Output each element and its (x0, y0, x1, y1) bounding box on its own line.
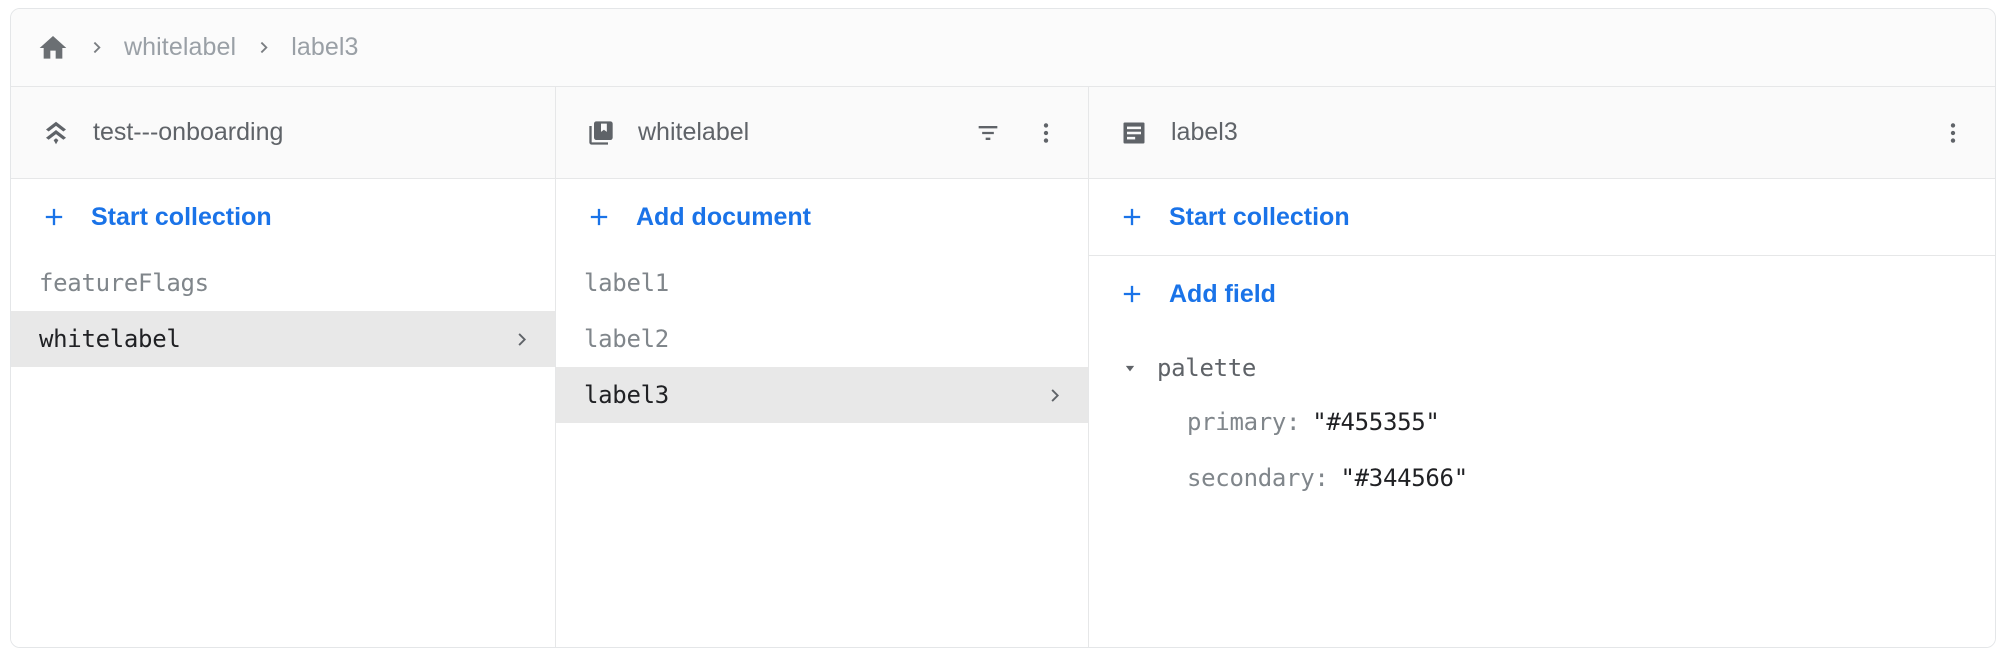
field-list: palette primary : "#455355" secondary : … (1089, 332, 1995, 506)
document-column-header: label3 (1089, 87, 1995, 179)
plus-icon (39, 202, 69, 232)
add-field-button[interactable]: Add field (1089, 256, 1995, 332)
field-row-secondary[interactable]: secondary : "#344566" (1089, 450, 1995, 506)
caret-down-icon[interactable] (1119, 357, 1141, 379)
field-row-primary[interactable]: primary : "#455355" (1089, 394, 1995, 450)
breadcrumb-item-whitelabel[interactable]: whitelabel (124, 33, 236, 62)
document-header-actions (1933, 113, 1973, 153)
add-field-label: Add field (1169, 279, 1276, 308)
document-name: label3 (1171, 118, 1238, 146)
collection-name: whitelabel (638, 118, 750, 146)
document-name: label1 (584, 269, 669, 297)
column-browser: test---onboarding Start collection featu… (11, 87, 1995, 647)
document-icon (1117, 116, 1151, 150)
field-separator: : (1286, 408, 1301, 436)
more-vert-icon[interactable] (1026, 113, 1066, 153)
plus-icon (1117, 279, 1147, 309)
chevron-right-icon (88, 39, 105, 56)
database-column-header: test---onboarding (11, 87, 555, 179)
home-icon[interactable] (37, 32, 69, 64)
collections-bookmark-icon (584, 116, 618, 150)
list-item[interactable]: label2 (556, 311, 1088, 367)
document-column: label3 Start collection Add field palett… (1089, 87, 1995, 647)
chevron-right-icon (1045, 386, 1064, 405)
list-item[interactable]: label3 (556, 367, 1088, 423)
list-item[interactable]: label1 (556, 255, 1088, 311)
plus-icon (584, 202, 614, 232)
collection-column: whitelabel Add document label1 label2 la… (556, 87, 1089, 647)
field-value: "#344566" (1340, 464, 1469, 492)
collection-column-header: whitelabel (556, 87, 1088, 179)
field-name: palette (1157, 354, 1257, 382)
filter-list-icon[interactable] (968, 113, 1008, 153)
add-document-label: Add document (636, 202, 811, 231)
chevron-right-icon (255, 39, 272, 56)
more-vert-icon[interactable] (1933, 113, 1973, 153)
add-document-button[interactable]: Add document (556, 179, 1088, 255)
field-key: secondary (1187, 464, 1315, 492)
database-name: test---onboarding (93, 118, 284, 146)
start-collection-label: Start collection (91, 202, 272, 231)
collection-name: whitelabel (39, 325, 181, 353)
field-row-palette[interactable]: palette (1089, 342, 1995, 394)
list-item[interactable]: featureFlags (11, 255, 555, 311)
start-collection-label: Start collection (1169, 202, 1350, 231)
database-column: test---onboarding Start collection featu… (11, 87, 556, 647)
document-name: label3 (584, 381, 669, 409)
start-collection-button[interactable]: Start collection (1089, 179, 1995, 255)
breadcrumb-item-label3[interactable]: label3 (291, 33, 358, 62)
start-collection-button[interactable]: Start collection (11, 179, 555, 255)
collection-name: featureFlags (39, 269, 209, 297)
collection-list: featureFlags whitelabel (11, 255, 555, 647)
field-separator: : (1314, 464, 1329, 492)
firestore-database-icon (39, 116, 73, 150)
document-name: label2 (584, 325, 669, 353)
list-item[interactable]: whitelabel (11, 311, 555, 367)
document-list: label1 label2 label3 (556, 255, 1088, 647)
breadcrumb: whitelabel label3 (11, 9, 1995, 87)
field-key: primary (1187, 408, 1287, 436)
plus-icon (1117, 202, 1147, 232)
firestore-data-card: whitelabel label3 test---onboarding Star… (10, 8, 1996, 648)
chevron-right-icon (512, 330, 531, 349)
collection-header-actions (968, 113, 1066, 153)
field-value: "#455355" (1312, 408, 1440, 436)
